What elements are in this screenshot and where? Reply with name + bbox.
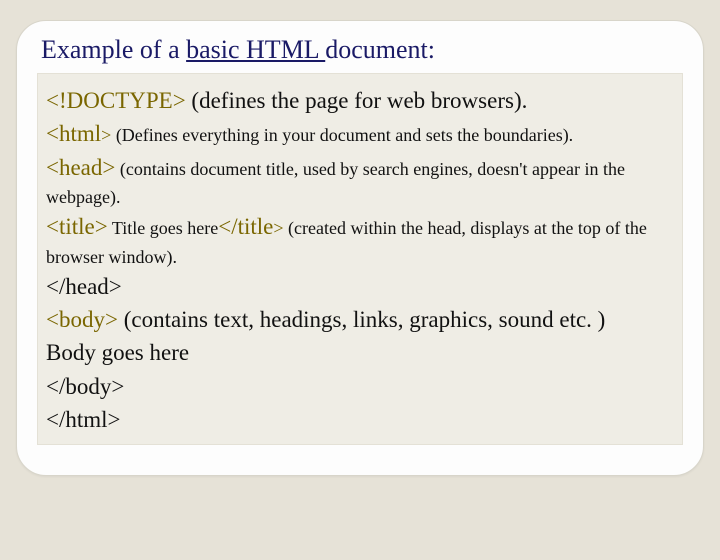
tag-html: <html [46,121,101,146]
tag-head-close: </head> [46,274,122,299]
heading-underlined: basic HTML [186,35,325,64]
tag-title-gt: > [273,218,283,238]
desc-body: (contains text, headings, links, graphic… [118,307,605,332]
tag-title-open: <title> [46,214,108,239]
tag-body-close: </body> [46,374,124,399]
tag-head: <head> [46,155,115,180]
tag-html-gt: > [101,125,111,145]
tag-html-close: </html> [46,407,121,432]
heading: Example of a basic HTML document: [37,35,683,65]
line-body-close: </body> [46,370,672,403]
line-title: <title> Title goes here</title> (created… [46,210,672,270]
line-head-open: <head> (contains document title, used by… [46,151,672,211]
title-inner-text: Title goes here [108,218,219,238]
line-body-text: Body goes here [46,336,672,369]
line-head-close: </head> [46,270,672,303]
line-html-open: <html> (Defines everything in your docum… [46,117,672,150]
desc-html: (Defines everything in your document and… [111,125,573,145]
document-card: Example of a basic HTML document: <!DOCT… [16,20,704,476]
code-block: <!DOCTYPE> (defines the page for web bro… [37,73,683,445]
heading-prefix: Example of a [41,35,186,64]
line-doctype: <!DOCTYPE> (defines the page for web bro… [46,84,672,117]
body-text: Body goes here [46,340,189,365]
tag-body-open: <body> [46,307,118,332]
line-html-close: </html> [46,403,672,436]
desc-doctype: (defines the page for web browsers). [186,88,528,113]
tag-doctype: <!DOCTYPE> [46,88,186,113]
line-body-open: <body> (contains text, headings, links, … [46,303,672,336]
tag-title-close: </title [218,214,273,239]
heading-suffix: document: [325,35,435,64]
desc-head: (contains document title, used by search… [46,159,625,207]
